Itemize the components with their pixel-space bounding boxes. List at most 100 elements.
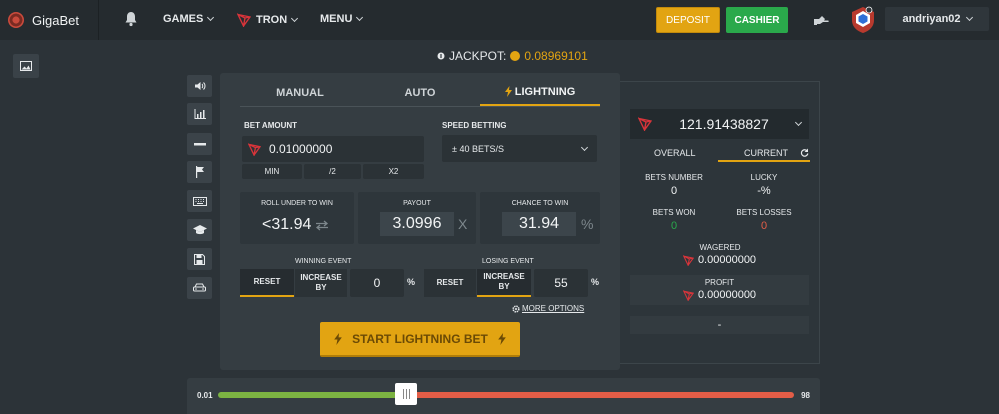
chevron-down-icon — [965, 13, 973, 22]
tab-auto[interactable]: AUTO — [360, 79, 480, 106]
save-button[interactable] — [187, 248, 212, 270]
bets-losses-label: BETS LOSSES — [736, 208, 792, 217]
chance-card: CHANCE TO WIN 31.94 % — [480, 192, 600, 244]
speed-betting-value: ± 40 BETS/S — [452, 143, 504, 154]
user-dropdown[interactable]: andriyan02 — [885, 7, 989, 31]
image-icon — [20, 61, 32, 71]
balance-value: 121.91438827 — [679, 116, 769, 132]
speed-betting-select[interactable]: ± 40 BETS/S — [442, 135, 597, 162]
tab-lightning[interactable]: LIGHTNING — [480, 79, 600, 106]
lucky-label: LUCKY — [750, 173, 778, 182]
winning-increase-button[interactable]: INCREASE BY — [295, 269, 347, 297]
bet-mode-tabs: MANUAL AUTO LIGHTNING — [240, 79, 600, 107]
profit-display: 0.00000000 — [630, 289, 809, 301]
minus-icon — [193, 143, 206, 146]
nav-menu-label: MENU — [320, 13, 353, 25]
start-lightning-bet-button[interactable]: START LIGHTNING BET — [320, 322, 520, 357]
tab-current-label: CURRENT — [744, 148, 788, 158]
autobet-button[interactable] — [187, 277, 212, 299]
wagered-value: 0.00000000 — [697, 254, 757, 266]
roll-under-label: ROLL UNDER TO WIN — [261, 200, 333, 207]
lightning-icon — [334, 332, 342, 345]
profit-label: PROFIT — [704, 278, 735, 287]
nav-menu[interactable]: MENU — [320, 13, 364, 25]
brand-name: GigaBet — [32, 12, 79, 28]
payout-card: PAYOUT 3.0996 X — [358, 192, 476, 244]
car-icon — [193, 283, 206, 292]
tron-icon — [638, 117, 652, 131]
wagered-label: WAGERED — [699, 243, 741, 252]
cashier-button[interactable]: CASHIER — [726, 7, 788, 33]
bets-number-label: BETS NUMBER — [645, 173, 703, 182]
brand-logo[interactable]: GigaBet — [0, 0, 99, 40]
roll-under-card[interactable]: ROLL UNDER TO WIN <31.94 — [240, 192, 354, 244]
speed-betting-label: SPEED BETTING — [442, 121, 507, 130]
bets-won-value: 0 — [670, 220, 678, 232]
tab-overall[interactable]: OVERALL — [654, 148, 696, 162]
bell-icon[interactable] — [124, 11, 138, 27]
deposit-button[interactable]: DEPOSIT — [656, 7, 720, 33]
tron-icon — [682, 254, 694, 266]
lightning-icon — [498, 332, 506, 345]
chevron-down-icon — [356, 13, 364, 22]
slider-win-range — [218, 392, 406, 398]
wagered-display: 0.00000000 — [630, 254, 809, 266]
flag-icon — [195, 166, 204, 178]
chart-button[interactable] — [187, 103, 212, 125]
more-options-link[interactable]: MORE OPTIONS — [512, 304, 584, 313]
chart-icon — [194, 109, 206, 119]
nav-tron[interactable]: TRON — [237, 13, 299, 27]
shield-avatar-icon[interactable] — [850, 6, 876, 34]
balance-select[interactable]: 121.91438827 — [630, 109, 809, 139]
tab-manual[interactable]: MANUAL — [240, 79, 360, 106]
minimize-button[interactable] — [187, 133, 212, 155]
slider-lose-range — [406, 392, 794, 398]
losing-percent-input[interactable]: 55 — [534, 269, 588, 297]
bets-won-label: BETS WON — [652, 208, 696, 217]
tab-current[interactable]: CURRENT — [718, 148, 810, 162]
losing-reset-button[interactable]: RESET — [424, 269, 476, 297]
tutorial-button[interactable] — [187, 219, 212, 241]
jackpot: JACKPOT: 0.08969101 — [437, 49, 588, 63]
lucky-value: -% — [757, 185, 771, 197]
swap-icon[interactable] — [315, 220, 329, 231]
save-icon — [194, 253, 205, 265]
slider-max-label: 98 — [801, 391, 810, 400]
keyboard-button[interactable] — [187, 190, 212, 212]
nav-games[interactable]: GAMES — [163, 13, 215, 25]
sound-button[interactable] — [187, 75, 212, 97]
jackpot-label: JACKPOT: — [449, 49, 507, 63]
image-button[interactable] — [13, 54, 39, 78]
roll-under-display: <31.94 — [262, 216, 329, 234]
winning-reset-button[interactable]: RESET — [240, 269, 294, 297]
chevron-down-icon — [291, 14, 299, 23]
flag-button[interactable] — [187, 161, 212, 183]
payout-input[interactable]: 3.0996 — [380, 212, 454, 236]
half-button[interactable]: /2 — [304, 164, 361, 179]
losing-increase-button[interactable]: INCREASE BY — [477, 269, 531, 297]
double-button[interactable]: X2 — [363, 164, 424, 179]
tron-icon — [682, 289, 694, 301]
slider-min-label: 0.01 — [197, 391, 213, 400]
slider-handle[interactable] — [395, 383, 417, 405]
extra-stat: - — [630, 316, 809, 334]
chevron-down-icon — [794, 118, 803, 127]
refresh-icon[interactable] — [800, 148, 809, 157]
coin-icon — [510, 51, 521, 61]
min-button[interactable]: MIN — [242, 164, 302, 179]
bet-amount-input[interactable]: 0.01000000 — [242, 136, 424, 162]
jackpot-value: 0.08969101 — [524, 49, 588, 63]
hand-icon[interactable] — [813, 12, 831, 26]
nav-games-label: GAMES — [163, 13, 204, 25]
chance-input[interactable]: 31.94 — [502, 212, 576, 236]
winning-event-label: WINNING EVENT — [295, 258, 352, 265]
graduation-icon — [192, 225, 207, 235]
winning-percent-input[interactable]: 0 — [350, 269, 404, 297]
keyboard-icon — [192, 196, 207, 206]
chance-label: CHANCE TO WIN — [511, 200, 569, 207]
top-bar: GigaBet GAMES TRON MENU DEPOSIT CASHIER … — [0, 0, 999, 40]
winning-percent-unit: % — [407, 277, 416, 287]
chevron-down-icon — [580, 143, 589, 151]
bet-panel: MANUAL AUTO LIGHTNING BET AMOUNT 0.01000… — [220, 73, 620, 370]
bet-amount-value: 0.01000000 — [269, 142, 333, 156]
